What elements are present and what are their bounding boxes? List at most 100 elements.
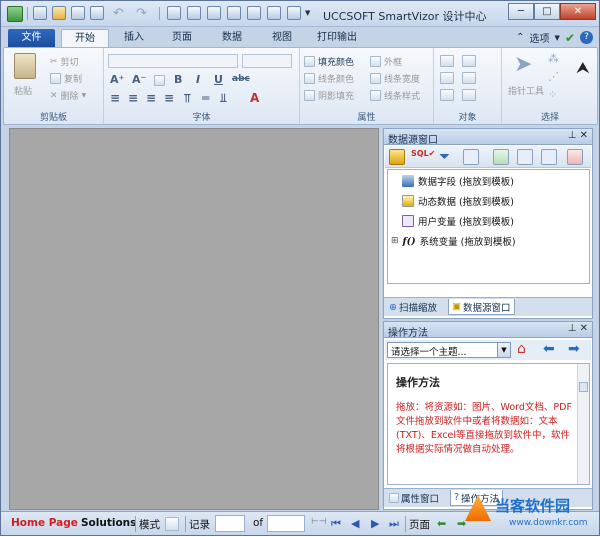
forward-arrow-icon[interactable]: ➡ xyxy=(568,341,580,357)
chevron-up-icon[interactable]: ⌃ xyxy=(516,32,524,43)
redo-icon[interactable]: ↷ xyxy=(136,6,150,21)
scrollbar-thumb[interactable] xyxy=(579,382,588,392)
flip-icon[interactable] xyxy=(462,89,476,101)
maximize-button[interactable]: □ xyxy=(534,3,560,20)
edit-mode-icon[interactable] xyxy=(165,517,179,531)
tab-datasource-window[interactable]: ▣ 数据源窗口 xyxy=(448,299,515,315)
tree-item-dynamic-data[interactable]: 动态数据 (拖放到模板) xyxy=(402,194,514,208)
help-icon[interactable]: ? xyxy=(580,31,593,44)
clear-format-icon[interactable] xyxy=(154,75,165,86)
tree-item-user-variables[interactable]: 用户变量 (拖放到模板) xyxy=(402,214,514,228)
next-record-icon[interactable]: ▶ xyxy=(371,517,379,530)
paste-button[interactable]: 粘贴 xyxy=(14,84,32,97)
justify-icon[interactable]: ≡ xyxy=(164,91,174,105)
database-icon[interactable] xyxy=(389,149,405,165)
save-icon[interactable] xyxy=(71,6,85,20)
shadow-fill-button[interactable]: 阴影填充 xyxy=(304,89,354,102)
group-objects-icon[interactable] xyxy=(462,55,476,67)
pin-close-icons[interactable]: ⊥ ✕ xyxy=(568,130,588,141)
image-icon[interactable] xyxy=(267,6,281,20)
pin-close-icons[interactable]: ⊥ ✕ xyxy=(568,323,588,334)
align-middle-icon[interactable]: ═ xyxy=(202,91,209,105)
chevron-down-icon[interactable]: ▼ xyxy=(555,34,560,42)
line-style-button[interactable]: 线条样式 xyxy=(370,89,420,102)
send-back-icon[interactable] xyxy=(462,72,476,84)
tree-item-data-fields[interactable]: 数据字段 (拖放到模板) xyxy=(402,174,514,188)
open-folder-icon[interactable] xyxy=(52,6,66,20)
fill-color-button[interactable]: 填充颜色 xyxy=(304,55,354,68)
tab-view[interactable]: 视图 xyxy=(261,29,303,48)
refresh-icon[interactable] xyxy=(187,6,201,20)
format-painter-icon[interactable] xyxy=(167,6,181,20)
options-menu[interactable]: 选项 xyxy=(530,30,550,45)
solutions-tab[interactable]: Solutions xyxy=(81,517,136,529)
first-record-icon[interactable]: ⏮ xyxy=(331,517,341,531)
back-arrow-icon[interactable]: ⬅ xyxy=(543,341,555,357)
home-page-tab[interactable]: Home Page xyxy=(11,517,78,529)
prev-record-icon[interactable]: ◀ xyxy=(351,517,359,530)
line-color-button[interactable]: 线条颜色 xyxy=(304,72,354,85)
multi-select-icon[interactable]: ⁂ xyxy=(548,52,559,65)
tab-file[interactable]: 文件 xyxy=(8,29,55,47)
underline-button[interactable]: U xyxy=(214,73,223,86)
sort-icon[interactable] xyxy=(463,149,479,165)
strikethrough-button[interactable]: abc xyxy=(232,74,250,84)
font-grow-button[interactable]: A⁺ xyxy=(110,73,124,86)
record-input[interactable] xyxy=(215,515,245,532)
expand-icon[interactable]: ⊞ xyxy=(391,236,399,246)
cursor-icon[interactable]: ⮝ xyxy=(576,58,590,78)
font-shrink-button[interactable]: A⁻ xyxy=(132,73,146,86)
group-icon[interactable] xyxy=(227,6,241,20)
qat-customize-icon[interactable]: ▼ xyxy=(305,9,310,17)
preview-icon[interactable] xyxy=(247,6,261,20)
tab-page[interactable]: 页面 xyxy=(161,29,203,48)
line-width-button[interactable]: 线条宽度 xyxy=(370,72,420,85)
checkmark-icon[interactable]: ✔ xyxy=(565,31,575,45)
tree-item-system-variables[interactable]: ⊞ f() 系统变量 (拖放到模板) xyxy=(391,234,516,249)
eraser-icon[interactable] xyxy=(287,6,301,20)
tab-home[interactable]: 开始 xyxy=(61,29,109,48)
undo-icon[interactable]: ↶ xyxy=(113,6,127,21)
tab-scan-zoom[interactable]: ⊕ 扫描缩放 xyxy=(386,299,440,315)
ruler-icon[interactable]: ⊢⊣ xyxy=(311,517,327,527)
delete-field-icon[interactable] xyxy=(567,149,583,165)
mode-label[interactable]: 模式 xyxy=(139,517,160,532)
align-bottom-icon[interactable]: ⫫ xyxy=(220,91,227,106)
arrange-icon[interactable] xyxy=(440,55,454,67)
tab-insert[interactable]: 插入 xyxy=(113,29,155,48)
align-right-icon[interactable]: ≡ xyxy=(146,91,156,105)
add-field-icon[interactable] xyxy=(493,149,509,165)
font-size-select[interactable] xyxy=(242,54,292,68)
italic-button[interactable]: I xyxy=(196,73,200,86)
home-icon[interactable]: ⌂ xyxy=(517,341,526,357)
bold-button[interactable]: B xyxy=(174,73,182,86)
connect-icon[interactable]: ⋰ xyxy=(548,70,559,83)
paste-icon[interactable] xyxy=(14,53,36,79)
close-button[interactable]: ✕ xyxy=(560,3,596,20)
minimize-button[interactable]: ─ xyxy=(508,3,534,20)
delete-button[interactable]: ✕ 删除 ▼ xyxy=(50,89,86,103)
node-icon[interactable]: ⁘ xyxy=(548,88,557,101)
sql-icon[interactable]: SQL✔ xyxy=(411,149,435,165)
page-back-icon[interactable]: ⬅ xyxy=(437,517,446,530)
rotate-icon[interactable] xyxy=(440,89,454,101)
tab-data[interactable]: 数据 xyxy=(211,29,253,48)
edit-field-icon[interactable] xyxy=(517,149,533,165)
pointer-icon[interactable]: ➤ xyxy=(514,52,532,77)
align-icon[interactable] xyxy=(207,6,221,20)
font-color-icon[interactable]: A xyxy=(250,91,259,105)
design-canvas[interactable] xyxy=(9,128,379,510)
pointer-tool-button[interactable]: 指针工具 xyxy=(508,84,544,97)
operations-scrollbar[interactable] xyxy=(577,364,589,484)
refresh-field-icon[interactable] xyxy=(541,149,557,165)
bring-front-icon[interactable] xyxy=(440,72,454,84)
cut-button[interactable]: ✂ 剪切 xyxy=(50,55,79,69)
chevron-down-icon[interactable]: ▼ xyxy=(497,343,510,357)
tab-print-output[interactable]: 打印输出 xyxy=(309,29,365,48)
new-doc-icon[interactable] xyxy=(33,6,47,20)
print-icon[interactable] xyxy=(90,6,104,20)
align-top-icon[interactable]: ⫪ xyxy=(184,91,191,106)
last-record-icon[interactable]: ⏭ xyxy=(389,517,399,531)
tab-properties-window[interactable]: 属性窗口 xyxy=(386,490,442,506)
app-logo-icon[interactable] xyxy=(7,6,23,22)
